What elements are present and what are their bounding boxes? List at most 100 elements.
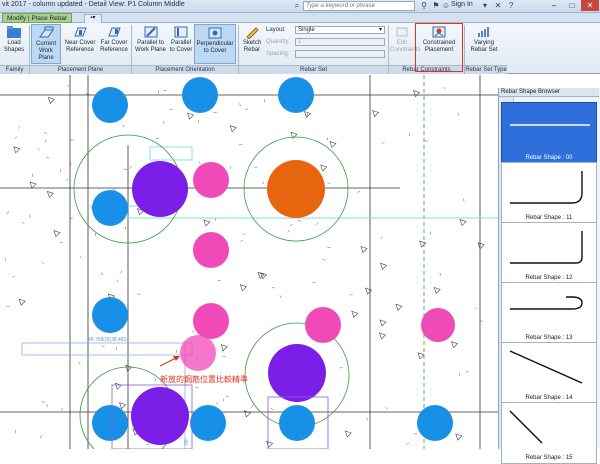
hatch-mark xyxy=(48,97,54,103)
shape-card[interactable]: Rebar Shape : 00 xyxy=(501,102,597,164)
hatch-mark xyxy=(466,372,469,373)
layout-select[interactable]: Single ▾ xyxy=(295,26,385,34)
shape-card[interactable]: Rebar Shape : 15 xyxy=(501,402,597,464)
hatch-mark xyxy=(381,237,383,239)
parallel-cover-label: Parallel to Cover xyxy=(170,40,193,53)
close-button[interactable]: ✕ xyxy=(581,0,599,11)
vertical-dim-text: 00 xyxy=(184,439,190,445)
search-icon[interactable]: ⚲ xyxy=(419,1,429,11)
hatch-mark xyxy=(42,402,45,403)
rebar-dot[interactable] xyxy=(305,307,341,343)
shape-card[interactable]: Rebar Shape : 11 xyxy=(501,162,597,224)
sign-in-link[interactable]: Sign In xyxy=(451,1,473,8)
rebar-dot[interactable] xyxy=(268,344,326,402)
hatch-mark xyxy=(42,262,44,264)
minimize-button[interactable]: – xyxy=(545,0,563,11)
hatch-mark xyxy=(298,220,301,221)
rebar-dot[interactable] xyxy=(417,405,453,441)
varying-set-label: Varying Rebar Set xyxy=(470,40,497,53)
sketch-rebar-button[interactable]: Sketch Rebar xyxy=(240,24,264,64)
rebar-shape-icon xyxy=(502,103,598,153)
rebar-dot[interactable] xyxy=(279,405,315,441)
user-icon[interactable]: ☺ xyxy=(441,1,451,11)
hatch-mark xyxy=(345,431,351,437)
spacing-field[interactable] xyxy=(295,50,385,58)
rebar-dot[interactable] xyxy=(131,387,189,445)
hatch-mark xyxy=(263,182,264,185)
rebar-shape-browser: Rebar Shape Browser Rebar Shape : 00Reba… xyxy=(498,88,600,449)
panel-placement-plane-label: Placement Plane xyxy=(30,65,131,74)
rebar-dot[interactable] xyxy=(193,303,229,339)
rebar-dot[interactable] xyxy=(193,162,229,198)
exchange-icon[interactable]: ✕ xyxy=(493,1,503,11)
drawing-canvas[interactable]: 新放的鋼筋位置比較精準 #8.758(0)(38.483 00 xyxy=(0,75,498,449)
current-work-plane-button[interactable]: Current Work Plane xyxy=(31,24,61,64)
hatch-mark xyxy=(91,206,92,209)
hatch-mark xyxy=(475,307,477,309)
hatch-mark xyxy=(30,182,36,188)
hatch-mark xyxy=(396,304,402,310)
shape-card[interactable]: Rebar Shape : 13 xyxy=(501,282,597,344)
rebar-dot[interactable] xyxy=(180,335,216,371)
parallel-to-cover-button[interactable]: Parallel to Cover xyxy=(169,24,193,64)
hatch-mark xyxy=(221,345,227,351)
rebar-dot[interactable] xyxy=(278,77,314,113)
hatch-mark xyxy=(240,240,243,241)
rebar-dot[interactable] xyxy=(92,297,128,333)
rebar-dot[interactable] xyxy=(190,405,226,441)
hatch-mark xyxy=(373,111,379,117)
near-cover-reference-button[interactable]: Near Cover Reference xyxy=(63,24,97,64)
shape-label: Rebar Shape : 15 xyxy=(502,455,596,461)
rebar-dot[interactable] xyxy=(421,308,455,342)
subscription-icon[interactable]: ⚑ xyxy=(431,1,441,11)
hatch-mark xyxy=(38,148,40,150)
edit-constraints-button[interactable]: Edit Constraints xyxy=(390,24,414,64)
rebar-dot[interactable] xyxy=(182,77,218,113)
search-input[interactable]: Type a keyword or phrase xyxy=(303,1,415,11)
rebar-dot[interactable] xyxy=(132,161,188,217)
rebar-dot[interactable] xyxy=(92,190,128,226)
dropdown-icon[interactable]: ▾ xyxy=(480,1,490,11)
varying-rebar-set-button[interactable]: Varying Rebar Set xyxy=(467,24,501,64)
rebar-dot[interactable] xyxy=(267,160,325,218)
load-shapes-label: Load Shapes xyxy=(4,40,24,53)
window-title: vit 2017 - column updated - Detail View:… xyxy=(2,1,185,8)
rebar-dot[interactable] xyxy=(92,405,128,441)
hatch-mark xyxy=(271,409,274,410)
hatch-mark xyxy=(61,408,62,411)
near-cover-label: Near Cover Reference xyxy=(65,40,96,53)
hatch-mark xyxy=(414,433,417,434)
quantity-field[interactable]: 1 xyxy=(295,38,385,46)
perpendicular-to-cover-button[interactable]: Perpendicular to Cover xyxy=(194,24,236,64)
far-cover-reference-button[interactable]: Far Cover Reference xyxy=(98,24,130,64)
shape-card[interactable]: Rebar Shape : 14 xyxy=(501,342,597,404)
tab-modify-place-rebar[interactable]: Modify | Place Rebar xyxy=(2,13,72,23)
hatch-mark xyxy=(463,199,464,202)
dimension-box xyxy=(22,343,192,355)
layout-value: Single xyxy=(298,27,315,33)
hatch-mark xyxy=(478,243,484,249)
binoculars-icon[interactable]: ⌕ xyxy=(292,1,302,11)
varying-set-icon xyxy=(476,25,492,39)
detail-view-drawing[interactable]: 新放的鋼筋位置比較精準 #8.758(0)(38.483 00 xyxy=(0,75,498,449)
shape-card[interactable]: Rebar Shape : 12 xyxy=(501,222,597,284)
help-icon[interactable]: ? xyxy=(506,1,516,11)
work-plane-icon xyxy=(38,26,54,40)
hatch-mark xyxy=(80,256,82,258)
rebar-dot[interactable] xyxy=(193,232,229,268)
hatch-mark xyxy=(444,87,446,89)
hatch-mark xyxy=(195,387,198,388)
rebar-annotation-text: 新放的鋼筋位置比較精準 xyxy=(160,374,248,384)
rebar-shape-icon xyxy=(502,283,598,333)
hatch-mark xyxy=(239,103,240,106)
hatch-mark xyxy=(164,90,167,91)
rebar-dots xyxy=(92,77,455,445)
rebar-dot[interactable] xyxy=(92,87,128,123)
maximize-button[interactable]: □ xyxy=(563,0,581,11)
hatch-mark xyxy=(418,353,424,359)
hatch-mark xyxy=(452,342,458,348)
ribbon: Load Shapes Family Current Work Plane Ne… xyxy=(0,23,600,74)
parallel-cover-icon xyxy=(173,25,189,39)
parallel-to-work-plane-button[interactable]: Parallel to Work Plane xyxy=(133,24,168,64)
load-shapes-button[interactable]: Load Shapes xyxy=(2,24,26,64)
